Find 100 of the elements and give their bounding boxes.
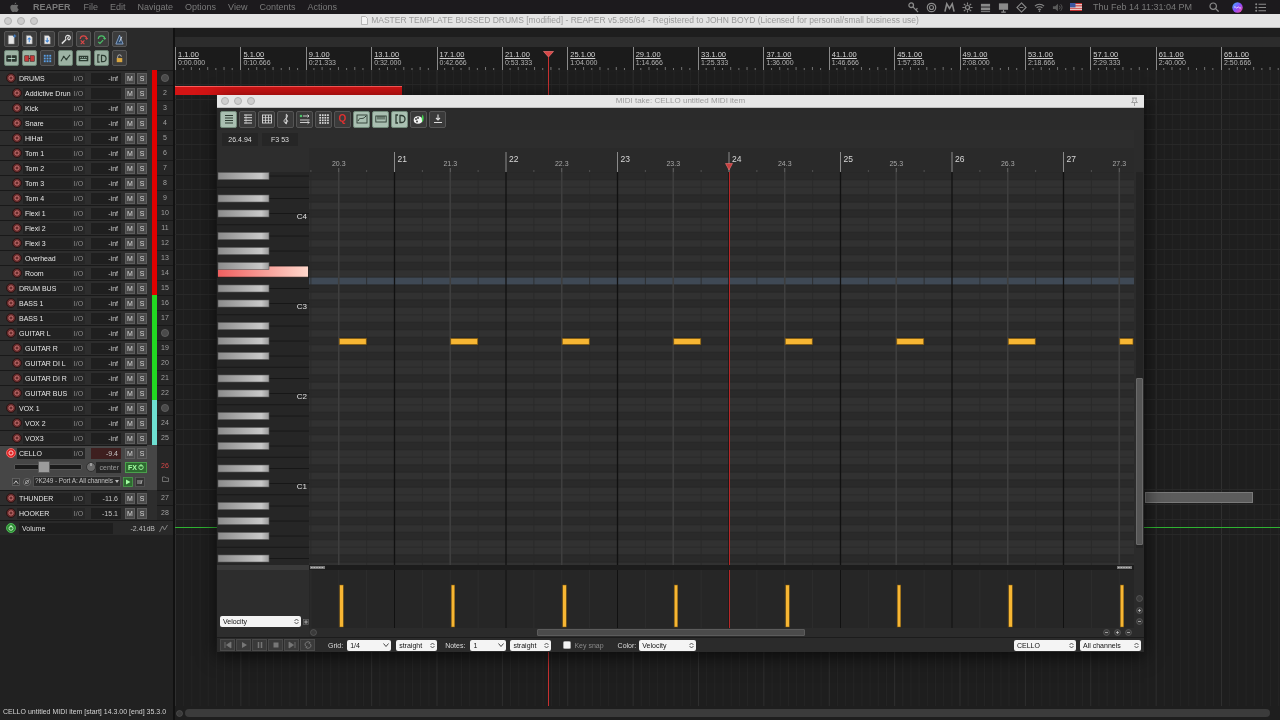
plus-icon[interactable] [1114, 629, 1121, 636]
record-arm-icon[interactable] [12, 433, 22, 443]
record-arm-icon[interactable] [6, 508, 16, 518]
toolbar-button[interactable] [94, 50, 109, 66]
toolbar-button[interactable] [58, 50, 73, 66]
toolbar-button[interactable] [220, 110, 237, 128]
velocity-bar[interactable] [785, 584, 790, 628]
velocity-bar[interactable] [897, 584, 901, 628]
key-snap-checkbox[interactable] [563, 641, 572, 649]
record-arm-icon[interactable] [12, 193, 22, 203]
drive-icon[interactable] [980, 1, 992, 13]
grip-icon[interactable] [310, 566, 325, 569]
plus-icon[interactable] [1135, 607, 1143, 614]
circle-icon[interactable] [161, 329, 169, 337]
velocity-bar[interactable] [451, 584, 455, 628]
pause-button[interactable] [252, 639, 267, 651]
toolbar-button[interactable] [372, 110, 389, 128]
volume-fader[interactable] [14, 464, 82, 470]
list-icon[interactable] [1255, 2, 1266, 12]
record-arm-icon[interactable] [12, 253, 22, 263]
ring-icon[interactable] [926, 1, 938, 13]
record-arm-icon[interactable] [6, 283, 16, 293]
record-arm-icon[interactable] [12, 238, 22, 248]
toolbar-button[interactable] [391, 110, 408, 128]
menu-item[interactable]: View [228, 2, 248, 12]
piano-keyboard[interactable] [217, 172, 309, 565]
midi-note[interactable] [673, 338, 702, 345]
circle-icon[interactable] [161, 404, 169, 412]
stop-button[interactable] [268, 639, 283, 651]
midi-note[interactable] [784, 338, 813, 345]
fader-thumb[interactable] [38, 461, 51, 473]
toolbar-button[interactable] [258, 110, 275, 128]
media-item[interactable] [1145, 492, 1253, 503]
menu-item[interactable]: Contents [259, 2, 296, 12]
midi-note[interactable] [896, 338, 925, 345]
record-arm-icon[interactable] [6, 493, 16, 503]
toolbar-button[interactable] [40, 31, 55, 47]
monitor-icon[interactable] [998, 1, 1010, 13]
play-button[interactable] [236, 639, 251, 651]
playhead-marker-icon[interactable] [543, 51, 554, 70]
toolbar-button[interactable] [315, 110, 332, 128]
record-arm-icon[interactable] [12, 163, 22, 173]
menu-item[interactable]: Options [185, 2, 217, 12]
toolbar-button[interactable] [4, 50, 19, 66]
menu-item[interactable]: Edit [110, 2, 126, 12]
toolbar-button[interactable] [429, 110, 446, 128]
flag-icon[interactable] [1070, 3, 1083, 11]
search-icon[interactable] [1209, 2, 1219, 12]
record-arm-icon[interactable] [12, 88, 22, 98]
record-arm-icon[interactable] [12, 418, 22, 428]
slashed-circle-icon[interactable] [23, 477, 31, 486]
record-arm-icon[interactable] [12, 178, 22, 188]
midi-note[interactable] [338, 338, 367, 345]
orb-icon[interactable] [1232, 1, 1243, 13]
velocity-bar[interactable] [339, 584, 344, 628]
midi-note[interactable] [1119, 338, 1134, 345]
diamond-icon[interactable] [1016, 1, 1028, 13]
vertical-scrollbar[interactable] [1135, 172, 1143, 548]
record-arm-icon[interactable] [12, 343, 22, 353]
horizontal-scrollbar[interactable] [185, 709, 1270, 717]
wifi-icon[interactable] [1034, 1, 1046, 13]
menu-item[interactable]: Actions [307, 2, 337, 12]
menu-item[interactable]: File [83, 2, 99, 12]
play-icon[interactable] [123, 476, 133, 487]
record-arm-icon[interactable] [12, 223, 22, 233]
record-arm-icon[interactable] [12, 388, 22, 398]
chevron-up-icon[interactable] [12, 477, 20, 486]
record-arm-icon[interactable] [6, 403, 16, 413]
record-arm-icon[interactable] [6, 313, 16, 323]
apple-icon[interactable] [10, 1, 19, 13]
zigzag-icon[interactable] [944, 1, 956, 13]
knob-icon[interactable] [86, 462, 96, 472]
skip-forward-button[interactable] [284, 639, 299, 651]
velocity-bar[interactable] [1120, 584, 1124, 628]
plus-icon[interactable] [303, 619, 309, 625]
record-arm-icon[interactable] [12, 373, 22, 383]
circle-icon[interactable] [161, 74, 169, 82]
zigzag-line-icon[interactable] [159, 523, 168, 533]
record-arm-icon[interactable] [12, 208, 22, 218]
record-arm-icon[interactable] [12, 118, 22, 128]
bars-icon[interactable] [135, 476, 145, 487]
minus-icon[interactable] [1103, 629, 1110, 636]
toolbar-button[interactable] [277, 110, 294, 128]
velocity-bar[interactable] [562, 584, 567, 628]
record-arm-icon[interactable] [12, 103, 22, 113]
speaker-icon[interactable] [1052, 1, 1064, 13]
record-arm-icon[interactable] [6, 328, 16, 338]
toolbar-button[interactable] [239, 110, 256, 128]
minus-icon[interactable] [1125, 629, 1132, 636]
power-icon[interactable] [6, 523, 16, 533]
toolbar-button[interactable] [22, 31, 37, 47]
toolbar-button[interactable] [4, 31, 19, 47]
scrollbar-thumb[interactable] [537, 629, 805, 636]
repeat-button[interactable] [300, 639, 315, 651]
record-arm-icon[interactable] [6, 448, 16, 458]
sun-icon[interactable] [962, 1, 974, 13]
record-arm-icon[interactable] [6, 298, 16, 308]
record-arm-icon[interactable] [12, 148, 22, 158]
key-icon[interactable] [908, 1, 920, 13]
toolbar-button[interactable] [353, 110, 370, 128]
